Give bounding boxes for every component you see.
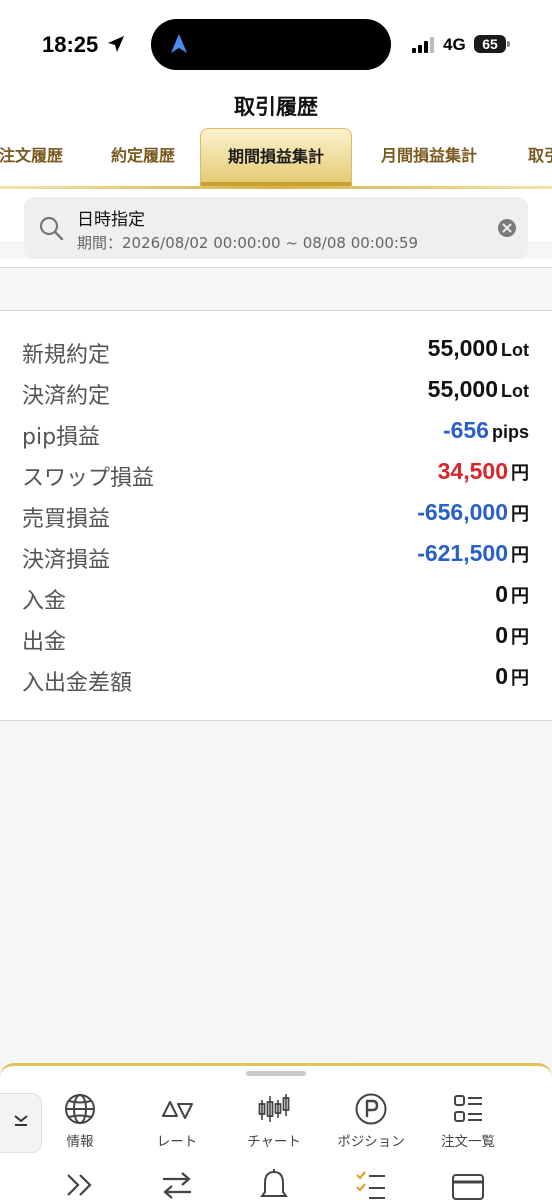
value-unit: 円 [511,463,529,483]
header: 取引履歴 [0,92,552,128]
summary-row-pip-pl: pip損益 -656 pips [0,413,552,454]
value-number: 0 [495,581,508,607]
nav-order-list[interactable]: 注文一覧 [420,1092,516,1152]
globe-icon [65,1094,95,1124]
battery-tip [507,41,510,47]
tab-bar: 注文履歴 約定履歴 期間損益集計 月間損益集計 取引 [0,128,552,188]
nav-label: 情報 [66,1134,94,1150]
summary-label: pip損益 [22,425,101,450]
network-type: 4G [443,35,466,54]
summary-row-settlement-pl: 決済損益 -621,500 円 [0,536,552,577]
rate-triangles-icon [162,1101,193,1119]
status-bar: 18:25 4G 65 [0,0,552,92]
tab-order-history[interactable]: 注文履歴 [0,128,76,188]
nav-position[interactable]: ポジション [323,1092,419,1152]
checklist-icon[interactable] [354,1168,388,1200]
summary-label: 新規約定 [22,343,111,368]
nav-label: 注文一覧 [441,1134,495,1150]
value-number: 55,000 [427,376,499,402]
summary-label: 決済約定 [22,384,111,409]
value-unit: 円 [511,545,529,565]
value-unit: pips [491,422,529,442]
sheet-bump-inner [190,1066,362,1088]
bell-icon[interactable] [257,1168,291,1200]
filter-title: 日時指定 [77,210,145,230]
nav-chart[interactable]: チャート [226,1092,322,1152]
summary-row-trading-pl: 売買損益 -656,000 円 [0,495,552,536]
value-unit: 円 [511,586,529,606]
value-unit: 円 [511,627,529,647]
tab-monthly-pl-summary[interactable]: 月間損益集計 [370,128,488,188]
nav-label: チャート [247,1134,301,1150]
double-chevron-right-icon[interactable] [63,1170,97,1200]
pl-summary-panel: 新規約定 55,000 Lot 決済約定 55,000 Lot pip損益 -656… [0,311,552,720]
summary-value: -656 pips [443,417,529,444]
value-unit: Lot [501,340,529,360]
summary-row-swap-pl: スワップ損益 34,500 円 [0,454,552,495]
summary-value: 55,000 Lot [428,335,529,362]
summary-value: -621,500 円 [417,540,529,567]
value-number: 0 [495,622,508,648]
tab-trade[interactable]: 取引 [520,128,552,188]
nav-label: ポジション [337,1134,405,1150]
summary-label: 入金 [22,589,67,614]
filter-period: 期間：2026/08/02 00:00:00 ~ 08/08 00:00:59 [77,234,419,252]
value-number: -621,500 [417,540,508,566]
summary-label: 売買損益 [22,507,111,532]
value-number: 34,500 [437,458,508,484]
summary-row-deposit: 入金 0円 [0,577,552,618]
sheet-drag-handle[interactable] [246,1071,306,1076]
summary-value: 55,000 Lot [428,376,529,403]
value-unit: Lot [501,381,529,401]
search-icon [39,216,64,241]
order-list-icon [454,1095,482,1122]
status-time: 18:25 [42,32,99,57]
summary-value: 0円 [495,581,529,608]
summary-label: 決済損益 [22,548,111,573]
collapse-down-icon [14,1115,28,1126]
tab-execution-history[interactable]: 約定履歴 [98,128,188,188]
summary-row-withdrawal: 出金 0円 [0,618,552,659]
divider [0,720,552,721]
page-title: 取引履歴 [234,95,318,119]
navigation-arrow-icon [171,34,187,53]
position-p-icon [355,1093,387,1125]
filter-bottom-strip [0,259,552,267]
summary-label: 出金 [22,630,67,655]
summary-row-new-contracts: 新規約定 55,000 Lot [0,331,552,372]
summary-value: 0円 [495,622,529,649]
divider [0,267,552,268]
nav-info[interactable]: 情報 [32,1092,128,1152]
nav-label: レート [156,1134,198,1150]
summary-row-settlement-contracts: 決済約定 55,000 Lot [0,372,552,413]
dynamic-island [151,19,391,70]
date-filter[interactable]: 日時指定 期間：2026/08/02 00:00:00 ~ 08/08 00:0… [24,197,528,259]
location-arrow-icon [108,36,124,52]
summary-value: -656,000 円 [417,499,529,526]
summary-value: 0円 [495,663,529,690]
summary-label: スワップ損益 [22,466,155,491]
swap-arrows-icon[interactable] [160,1170,194,1200]
summary-value: 34,500 円 [438,458,529,485]
summary-row-net-deposit: 入出金差額 0円 [0,659,552,700]
clear-icon[interactable] [497,218,517,238]
candlestick-chart-icon [258,1094,290,1122]
summary-label: 入出金差額 [22,671,133,696]
card-icon[interactable] [451,1170,485,1200]
value-unit: 円 [511,668,529,688]
value-number: 0 [495,663,508,689]
tab-period-pl-summary[interactable]: 期間損益集計 [200,128,352,188]
cellular-signal-icon [412,37,434,53]
battery-icon: 65 [474,35,506,53]
value-number: -656 [442,417,489,443]
nav-rate[interactable]: レート [129,1092,225,1152]
value-number: -656,000 [417,499,508,525]
value-number: 55,000 [427,335,499,361]
value-unit: 円 [511,504,529,524]
